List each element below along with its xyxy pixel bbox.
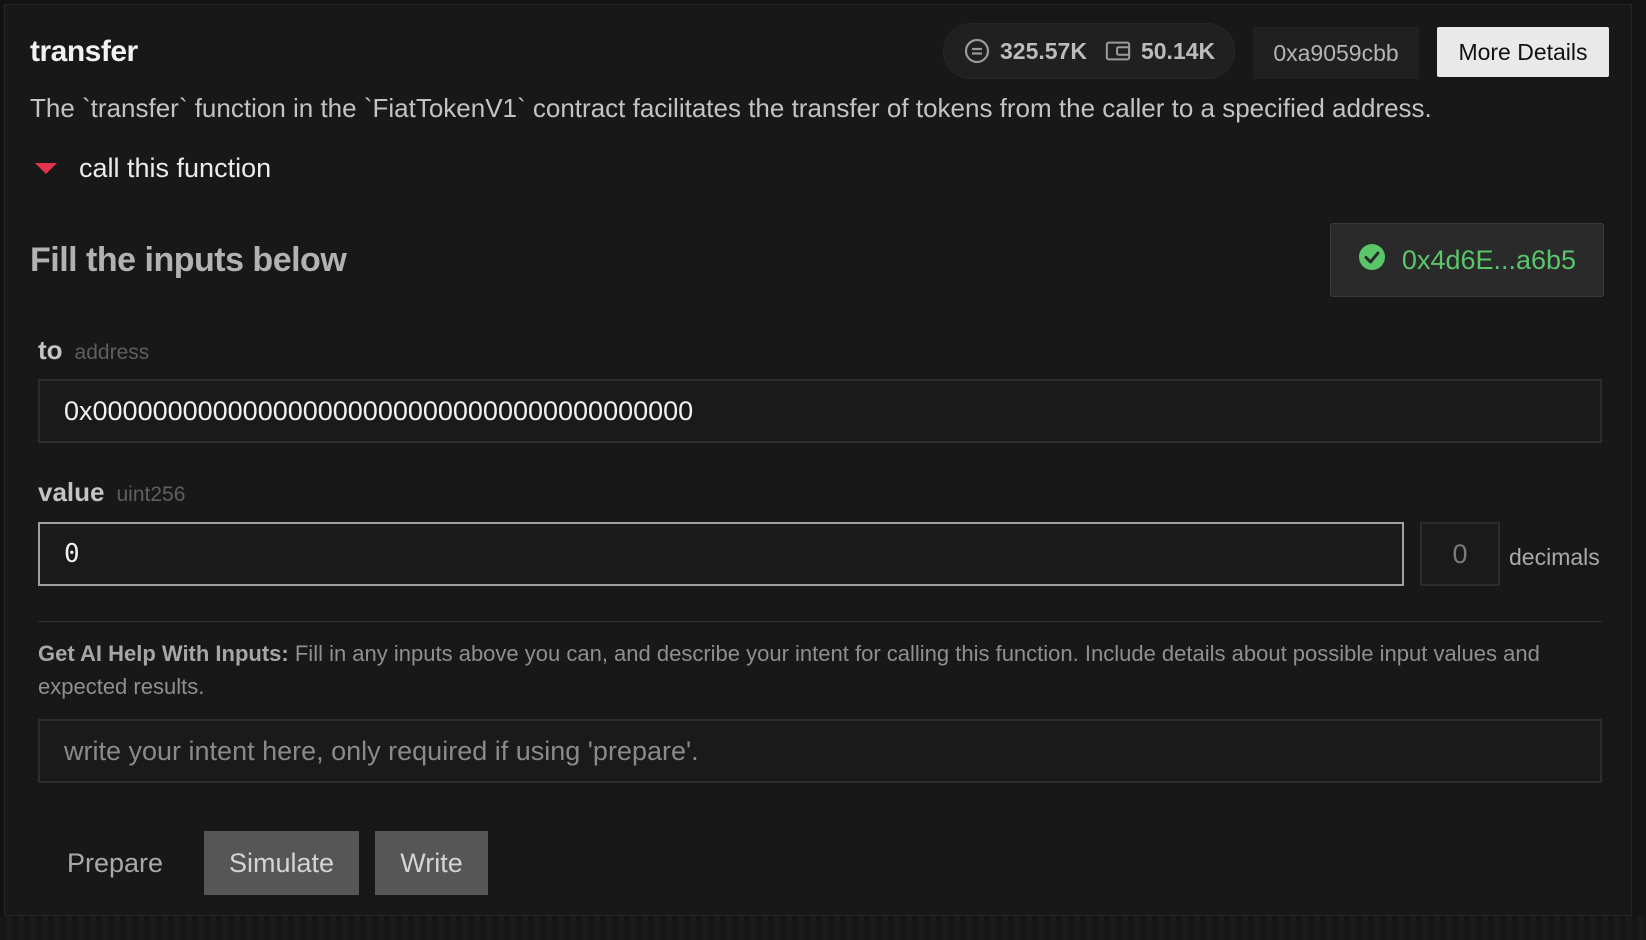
caret-down-icon[interactable] [35,163,57,174]
more-details-button[interactable]: More Details [1437,27,1609,77]
param-type: address [74,341,150,364]
function-selector: 0xa9059cbb [1253,27,1419,79]
usage-stats: 325.57K 50.14K [943,23,1235,79]
function-name: transfer [30,35,138,68]
form-title: Fill the inputs below [30,241,347,279]
connected-address: 0x4d6E...a6b5 [1401,244,1577,275]
coin-icon [964,38,990,64]
check-circle-icon [1358,243,1386,278]
param-name: value [38,477,105,507]
wallets-count: 50.14K [1140,37,1216,64]
connected-wallet-button[interactable]: 0x4d6E...a6b5 [1330,223,1604,297]
decimals-label: decimals [1509,544,1600,570]
to-address-input[interactable] [38,379,1602,443]
background-strip [0,916,1646,940]
prepare-button[interactable]: Prepare [45,831,185,895]
call-function-toggle[interactable]: call this function [79,153,271,184]
function-description: The `transfer` function in the `FiatToke… [30,93,1432,123]
ai-help-text: Get AI Help With Inputs: Fill in any inp… [38,637,1602,703]
write-button[interactable]: Write [375,831,488,895]
param-type: uint256 [116,483,186,506]
calls-count: 325.57K [1000,37,1087,64]
param-value-label: value uint256 [38,477,185,508]
background-edge [1632,0,1646,940]
param-to-label: to address [38,335,149,366]
wallet-icon [1105,38,1131,64]
decimals-input[interactable]: 0 [1420,522,1500,586]
value-input[interactable] [38,522,1404,586]
param-name: to [38,335,63,365]
ai-help-heading: Get AI Help With Inputs: [38,641,289,666]
function-card: transfer 325.57K 50.14K 0xa9059cbb More … [4,4,1632,916]
divider [38,621,1602,622]
simulate-button[interactable]: Simulate [204,831,359,895]
intent-input[interactable] [38,719,1602,783]
